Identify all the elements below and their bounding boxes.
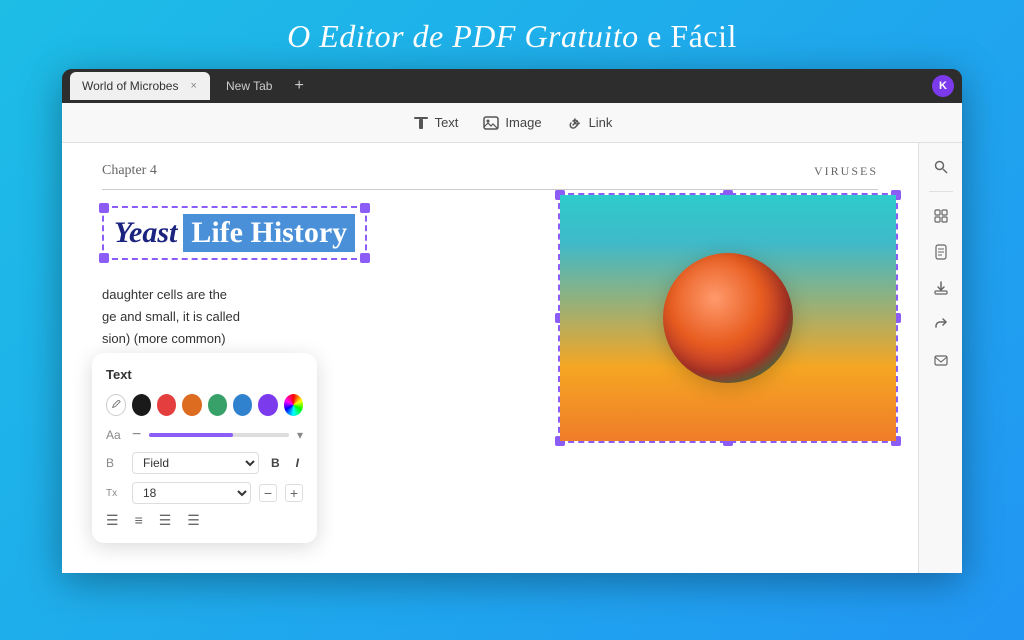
search-sidebar-btn[interactable] <box>925 151 957 183</box>
color-black[interactable] <box>132 394 151 416</box>
mail-icon <box>933 352 949 368</box>
align-row: ☰ ≡ ☰ ☰ <box>106 512 303 529</box>
text-selection-box[interactable]: Yeast Life History <box>102 206 367 260</box>
page-title: O Editor de PDF Gratuito e Fácil <box>287 18 737 55</box>
color-red[interactable] <box>157 394 176 416</box>
align-right-btn[interactable]: ☰ <box>159 512 172 529</box>
font-size-bar <box>149 433 289 437</box>
sphere-image <box>560 195 896 441</box>
tab-close-btn[interactable]: × <box>190 80 196 92</box>
bold-label: B <box>106 456 124 470</box>
color-edit-btn[interactable] <box>106 394 126 416</box>
italic-btn[interactable]: I <box>292 454 303 472</box>
heading-highlight-text: Life History <box>183 214 355 252</box>
color-blue[interactable] <box>233 394 252 416</box>
size-plus-btn[interactable]: + <box>285 484 303 502</box>
image-icon <box>482 114 500 132</box>
search-icon <box>933 159 949 175</box>
size-minus-btn[interactable]: − <box>259 484 277 502</box>
avatar-letter: K <box>939 80 947 92</box>
chapter-label: Chapter 4 <box>102 163 157 179</box>
color-custom[interactable] <box>284 394 303 416</box>
image-tool-label: Image <box>505 115 541 130</box>
thumbnail-icon <box>933 208 949 224</box>
size-select[interactable]: 18 <box>132 482 251 504</box>
size-label: Tx <box>106 488 124 499</box>
sidebar-divider-1 <box>929 191 953 192</box>
text-panel-title: Text <box>106 367 303 382</box>
selection-handle-tr <box>360 203 370 213</box>
font-size-icon: Aa <box>106 428 124 442</box>
editor-toolbar: Text Image Link <box>62 103 962 143</box>
bold-row: B Field B I <box>106 452 303 474</box>
tab-bar: World of Microbes × New Tab + K <box>62 69 962 103</box>
chapter-right-label: VIRUSES <box>814 164 878 179</box>
tab-add-btn[interactable]: + <box>288 77 309 95</box>
size-row: Tx 18 − + <box>106 482 303 504</box>
font-size-minus[interactable]: − <box>132 426 141 444</box>
font-size-row: Aa − ▾ <box>106 426 303 444</box>
thumbnail-sidebar-btn[interactable] <box>925 200 957 232</box>
font-field-select[interactable]: Field <box>132 452 259 474</box>
title-italic: O Editor de PDF Gratuito <box>287 18 639 54</box>
selection-handle-br <box>360 253 370 263</box>
user-avatar[interactable]: K <box>932 75 954 97</box>
extract-icon <box>933 280 949 296</box>
pdf-content: Chapter 4 VIRUSES Yeast Life History dau… <box>62 143 918 573</box>
tab-inactive[interactable]: New Tab <box>214 72 284 100</box>
text-format-panel: Text <box>92 353 317 543</box>
align-center-btn[interactable]: ≡ <box>135 512 143 529</box>
edit-icon <box>111 400 121 410</box>
tab-active-label: World of Microbes <box>82 79 178 93</box>
link-tool[interactable]: Link <box>566 114 613 132</box>
image-tool[interactable]: Image <box>482 114 541 132</box>
tab-active[interactable]: World of Microbes × <box>70 72 210 100</box>
selection-handle-bl <box>99 253 109 263</box>
tab-inactive-label: New Tab <box>226 79 272 93</box>
text-icon <box>412 114 430 132</box>
color-purple[interactable] <box>258 394 277 416</box>
title-normal: e Fácil <box>639 18 737 54</box>
text-tool[interactable]: Text <box>412 114 459 132</box>
image-selection-box[interactable] <box>558 193 898 443</box>
main-content: Chapter 4 VIRUSES Yeast Life History dau… <box>62 143 962 573</box>
link-icon <box>566 114 584 132</box>
align-justify-btn[interactable]: ☰ <box>187 512 200 529</box>
selection-handle-tl <box>99 203 109 213</box>
browser-window: World of Microbes × New Tab + K Text I <box>62 69 962 573</box>
color-orange[interactable] <box>182 394 201 416</box>
align-left-btn[interactable]: ☰ <box>106 512 119 529</box>
text-tool-label: Text <box>435 115 459 130</box>
sphere-ball <box>663 253 793 383</box>
link-tool-label: Link <box>589 115 613 130</box>
heading-italic-text: Yeast <box>114 216 177 250</box>
color-green[interactable] <box>208 394 227 416</box>
pdf-sidebar-btn[interactable] <box>925 236 957 268</box>
share-sidebar-btn[interactable] <box>925 308 957 340</box>
page-header: Chapter 4 VIRUSES <box>102 163 878 190</box>
font-size-chevron[interactable]: ▾ <box>297 428 303 442</box>
pdf-icon <box>933 244 949 260</box>
color-row <box>106 394 303 416</box>
share-icon <box>933 316 949 332</box>
right-sidebar <box>918 143 962 573</box>
mail-sidebar-btn[interactable] <box>925 344 957 376</box>
bold-btn[interactable]: B <box>267 454 284 472</box>
extract-sidebar-btn[interactable] <box>925 272 957 304</box>
